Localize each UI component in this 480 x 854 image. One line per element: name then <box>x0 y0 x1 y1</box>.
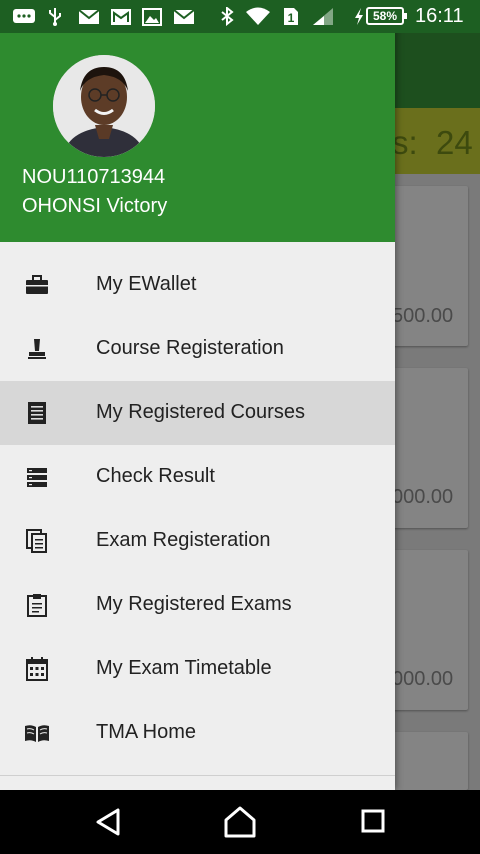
menu-label: My Exam Timetable <box>96 657 272 679</box>
rows-icon <box>27 468 47 487</box>
menu-label: Course Registeration <box>96 337 284 359</box>
mail-icon <box>78 9 100 24</box>
user-id: NOU110713944 <box>22 166 166 188</box>
usb-icon <box>49 8 61 26</box>
battery-icon: 58% <box>366 7 407 25</box>
menu-label: TMA Home <box>96 721 197 743</box>
status-bar: 1 58% 16:11 <box>0 0 480 33</box>
bluetooth-icon <box>221 7 234 26</box>
menu-item-my-exam-timetable[interactable]: My Exam Timetable <box>0 637 395 701</box>
menu-label: My Registered Exams <box>96 593 292 615</box>
charging-icon <box>355 8 363 25</box>
background-count-text: s: 24 <box>392 124 473 161</box>
menu-item-my-registered-courses[interactable]: My Registered Courses <box>0 381 395 445</box>
menu-label: Exam Registeration <box>96 529 271 551</box>
menu-item-course-registeration[interactable]: Course Registeration <box>0 317 395 381</box>
background-amount: 500.00 <box>392 305 454 327</box>
sim-1-icon: 1 <box>284 8 298 25</box>
recents-icon[interactable] <box>353 804 393 840</box>
menu-label: Check Result <box>96 465 215 487</box>
menu-label: My EWallet <box>96 273 197 295</box>
background-amount: 000.00 <box>392 668 454 690</box>
menu-item-tma-home[interactable]: TMA Home <box>0 701 395 765</box>
gmail-icon <box>111 9 131 25</box>
navigation-drawer: NOU110713944 OHONSI Victory My EWallet C… <box>0 0 395 790</box>
divider <box>0 775 395 776</box>
avatar[interactable] <box>53 55 155 157</box>
chat-icon <box>13 9 35 23</box>
menu-item-my-ewallet[interactable]: My EWallet <box>0 253 395 317</box>
signal-icon <box>313 8 333 25</box>
book-icon <box>25 725 49 742</box>
clipboard-icon <box>27 594 47 617</box>
drawer-menu: My EWallet Course Registeration My Regis… <box>0 253 395 765</box>
mail-icon <box>173 9 195 24</box>
back-icon[interactable] <box>88 804 128 840</box>
stamp-icon <box>28 339 46 359</box>
wifi-icon <box>246 7 270 25</box>
clock: 16:11 <box>415 5 464 27</box>
user-name: OHONSI Victory <box>22 195 168 217</box>
navigation-bar <box>0 790 480 854</box>
background-amount: 000.00 <box>392 486 454 508</box>
menu-item-check-result[interactable]: Check Result <box>0 445 395 509</box>
home-icon[interactable] <box>220 804 260 840</box>
menu-label: My Registered Courses <box>96 401 305 423</box>
list-icon <box>28 402 46 424</box>
documents-icon <box>26 529 47 553</box>
image-icon <box>142 8 162 26</box>
menu-item-my-registered-exams[interactable]: My Registered Exams <box>0 573 395 637</box>
profile-photo <box>53 55 155 157</box>
svg-text:1: 1 <box>288 11 295 25</box>
drawer-header: NOU110713944 OHONSI Victory <box>0 0 395 242</box>
briefcase-icon <box>26 275 48 294</box>
calendar-icon <box>26 657 48 681</box>
menu-item-exam-registeration[interactable]: Exam Registeration <box>0 509 395 573</box>
